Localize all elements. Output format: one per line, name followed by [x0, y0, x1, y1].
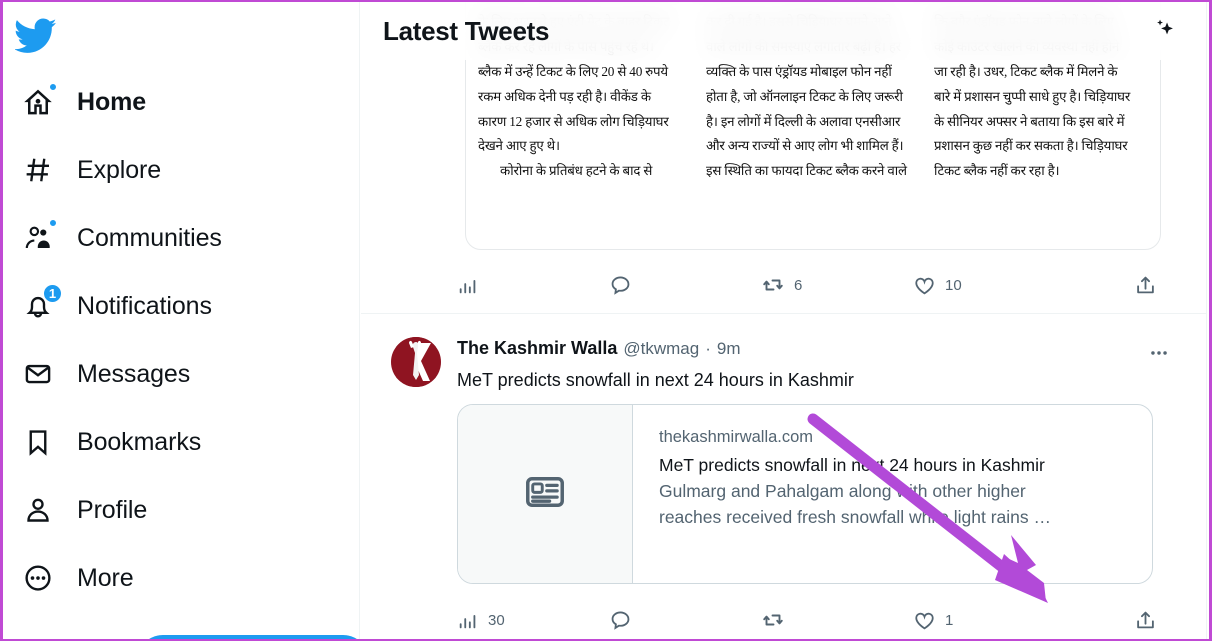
communities-icon	[17, 217, 59, 259]
share-upload-icon	[1134, 609, 1157, 632]
like-count: 1	[945, 611, 954, 629]
tweet-action-bar: 6 10	[457, 262, 1166, 308]
newspaper-line: बारे में प्रशासन चुप्पी साधे हुए है। चिड…	[934, 88, 1131, 104]
timeline-header: Latest Tweets	[361, 2, 1206, 60]
share-upload-icon	[1134, 274, 1157, 297]
sidebar-item-notifications[interactable]: 1 Notifications	[3, 272, 359, 340]
sidebar-item-label: Notifications	[77, 291, 212, 320]
sidebar-item-label: Communities	[77, 223, 222, 252]
sidebar-item-label: More	[77, 563, 134, 592]
retweet-icon	[761, 273, 785, 297]
retweet-button[interactable]: 6	[761, 273, 913, 297]
more-circle-icon	[17, 557, 59, 599]
more-horizontal-icon[interactable]	[1142, 340, 1176, 366]
reply-bubble-icon	[609, 609, 632, 632]
card-domain: thekashmirwalla.com	[659, 428, 814, 446]
like-button[interactable]: 10	[913, 274, 1065, 297]
tweet-action-bar: 30 1	[457, 597, 1166, 639]
sidebar-item-explore[interactable]: Explore	[3, 136, 359, 204]
tweet-feed: के लिए भटकते हुए एंट्री गेट के बाहर टिकट…	[361, 2, 1206, 639]
newspaper-line: और अन्य राज्यों से आए लोग भी शामिल हैं।	[706, 138, 904, 154]
card-description-line: Gulmarg and Pahalgam along with other hi…	[659, 480, 1026, 501]
compose-tweet-button[interactable]: Tweet	[137, 635, 369, 639]
dot-separator: ·	[705, 339, 711, 358]
analytics-count: 30	[488, 611, 505, 629]
home-unread-dot	[48, 82, 58, 92]
newspaper-line: इस स्थिति का फायदा टिकट ब्लैक करने वाले	[706, 163, 907, 179]
envelope-icon	[17, 353, 59, 395]
link-preview-card[interactable]: thekashmirwalla.com MeT predicts snowfal…	[457, 404, 1153, 584]
like-button[interactable]: 1	[913, 609, 1065, 632]
tweet-card[interactable]: The Kashmir Walla @tkwmag · 9m MeT predi…	[361, 314, 1206, 639]
heart-icon	[913, 609, 936, 632]
card-description-line: reaches received fresh snowfall while li…	[659, 507, 1051, 528]
newspaper-line: कोरोना के प्रतिबंध हटने के बाद से	[500, 163, 653, 179]
reply-button[interactable]	[609, 609, 761, 632]
newspaper-line: रकम अधिक देनी पड़ रही है। वीकेंड के	[478, 88, 651, 104]
tweet-author-row: The Kashmir Walla @tkwmag · 9m	[457, 338, 1146, 359]
sidebar-item-communities[interactable]: Communities	[3, 204, 359, 272]
retweet-button[interactable]	[761, 608, 913, 632]
newspaper-line: टिकट ब्लैक नहीं कर रहा है।	[934, 163, 1060, 179]
sidebar-item-bookmarks[interactable]: Bookmarks	[3, 408, 359, 476]
bell-icon: 1	[17, 283, 63, 327]
retweet-icon	[761, 608, 785, 632]
twitter-logo-link[interactable]	[3, 2, 359, 68]
author-display-name[interactable]: The Kashmir Walla	[457, 338, 617, 359]
newspaper-line: कारण 12 हजार से अधिक लोग चिड़ियाघर	[478, 113, 669, 129]
newspaper-line: देखने आए हुए थे।	[478, 138, 560, 154]
newspaper-line: ब्लैक में उन्हें टिकट के लिए 20 से 40 रु…	[478, 63, 668, 79]
primary-sidebar: Home Explore Communities 1 Notifications…	[3, 2, 369, 639]
timeline-settings-sparkle-button[interactable]	[1144, 11, 1184, 51]
newspaper-line: प्रशासन कुछ नहीं कर सकता है। चिड़ियाघर	[934, 138, 1128, 154]
page-title: Latest Tweets	[383, 15, 550, 46]
home-icon	[17, 81, 59, 123]
communities-unread-dot	[48, 218, 58, 228]
analytics-button[interactable]	[457, 274, 609, 296]
newspaper-line: होता है, जो ऑनलाइन टिकट के लिए जरूरी	[706, 88, 903, 104]
twitter-bird-icon	[15, 14, 57, 56]
reply-bubble-icon	[609, 274, 632, 297]
retweet-count: 6	[794, 276, 803, 294]
sidebar-item-messages[interactable]: Messages	[3, 340, 359, 408]
sidebar-item-home[interactable]: Home	[3, 68, 359, 136]
sidebar-item-profile[interactable]: Profile	[3, 476, 359, 544]
newspaper-line: के सीनियर अफ्सर ने बताया कि इस बारे में	[934, 113, 1125, 129]
avatar[interactable]	[391, 337, 441, 387]
card-title: MeT predicts snowfall in next 24 hours i…	[659, 454, 1045, 475]
author-handle[interactable]: @tkwmag	[623, 339, 699, 359]
hashtag-icon	[17, 149, 59, 191]
sidebar-item-label: Bookmarks	[77, 427, 202, 456]
article-preview-icon	[523, 470, 567, 519]
tweet-timestamp[interactable]: 9m	[717, 339, 741, 359]
sidebar-item-label: Home	[77, 87, 147, 116]
timeline-column: के लिए भटकते हुए एंट्री गेट के बाहर टिकट…	[361, 2, 1207, 639]
tweet-text: MeT predicts snowfall in next 24 hours i…	[457, 370, 854, 390]
sidebar-item-label: Profile	[77, 495, 148, 524]
sidebar-item-more[interactable]: More	[3, 544, 359, 612]
notifications-count-badge: 1	[42, 283, 63, 304]
card-thumbnail	[458, 405, 633, 583]
heart-icon	[913, 274, 936, 297]
sidebar-item-label: Explore	[77, 155, 162, 184]
newspaper-line: है। इन लोगों में दिल्ली के अलावा एनसीआर	[706, 113, 901, 129]
share-button[interactable]	[1134, 274, 1166, 297]
analytics-button[interactable]: 30	[457, 609, 609, 631]
share-button[interactable]	[1134, 609, 1166, 632]
analytics-bars-icon	[457, 274, 479, 296]
analytics-bars-icon	[457, 609, 479, 631]
like-count: 10	[945, 276, 962, 294]
sparkle-icon	[1150, 16, 1178, 47]
newspaper-line: व्यक्ति के पास एंड्रॉयड मोबाइल फोन नहीं	[706, 63, 892, 79]
newspaper-line: जा रही है। उधर, टिकट ब्लैक में मिलने के	[934, 63, 1118, 79]
person-icon	[17, 489, 59, 531]
card-body: thekashmirwalla.com MeT predicts snowfal…	[633, 405, 1152, 583]
sidebar-item-label: Messages	[77, 359, 191, 388]
twitter-web-window: Home Explore Communities 1 Notifications…	[0, 0, 1212, 641]
bookmark-icon	[17, 421, 59, 463]
reply-button[interactable]	[609, 274, 761, 297]
